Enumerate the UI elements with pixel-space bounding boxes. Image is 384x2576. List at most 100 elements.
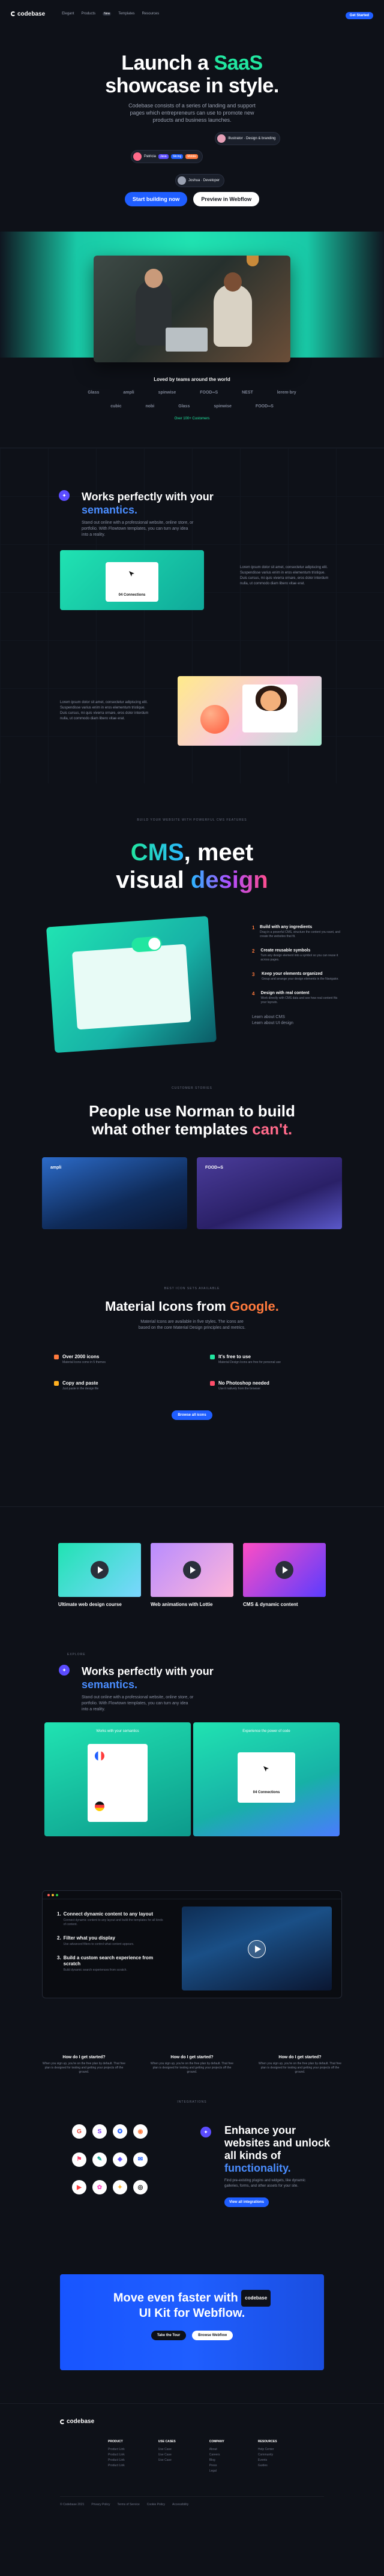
step-item: 2. Filter what you display Use advanced f…	[57, 1935, 165, 1947]
footer-link[interactable]: Product Link	[108, 2447, 125, 2452]
sphere-shape	[200, 705, 229, 734]
step-title: Filter what you display	[63, 1935, 115, 1941]
hero-title-accent: SaaS	[214, 52, 263, 74]
minimize-dot[interactable]	[52, 1893, 54, 1896]
codebase-badge: codebase	[241, 2290, 271, 2307]
google-icon: G	[72, 2124, 86, 2139]
hero-ctas: Start building now Preview in Webflow	[0, 192, 384, 206]
app-icon: ⚑	[72, 2152, 86, 2167]
integrations-title-text: Enhance your websites and unlock all kin…	[224, 2124, 331, 2161]
square-icon	[54, 1381, 59, 1386]
footer-logo[interactable]: codebase	[60, 2418, 94, 2425]
footer-link[interactable]: Careers	[209, 2452, 224, 2458]
hero-badges: Illustrator · Design & branding Patricia…	[0, 124, 384, 190]
square-icon	[210, 1355, 215, 1359]
footer-link[interactable]: Use Case	[158, 2452, 176, 2458]
room-video[interactable]	[182, 1907, 332, 1990]
cms-item-body: Drag in a powerful CMS, structure the co…	[260, 930, 340, 938]
customers-link[interactable]: Over 100+ Customers	[175, 417, 210, 421]
step-body: Connect dynamic content to any layout an…	[63, 1919, 163, 1926]
footer-link[interactable]: Help Center	[258, 2447, 277, 2452]
panel-caption: Experience the power of code	[242, 1730, 290, 1733]
footer-link[interactable]: Blog	[209, 2458, 224, 2463]
icons-subtitle: Material Icons are available in five sty…	[138, 1320, 246, 1330]
cms-link[interactable]: Learn about CMS	[252, 1014, 342, 1020]
nav-link-elegant[interactable]: Elegant	[62, 12, 74, 16]
icons-title-text: Material Icons from	[105, 1299, 226, 1314]
footer-legal-link[interactable]: Accessibility	[172, 2503, 188, 2506]
footer-link[interactable]: Product Link	[108, 2463, 125, 2469]
footer-column: USE CASES Use Case Use Case Use Case	[158, 2440, 176, 2474]
square-icon	[54, 1355, 59, 1359]
play-icon[interactable]	[183, 1561, 201, 1579]
play-icon[interactable]	[248, 1940, 266, 1958]
feature-title-text: Works perfectly with your	[82, 491, 214, 503]
feature-title: Works perfectly with your semantics.	[82, 490, 262, 517]
face-shape	[260, 690, 281, 711]
take-tour-button[interactable]: Take the Tour	[151, 2331, 187, 2340]
preview-webflow-button[interactable]: Preview in Webflow	[193, 192, 260, 206]
video-band	[0, 232, 384, 362]
feature2-title: Works perfectly with your semantics.	[82, 1665, 262, 1691]
feature-desc: Use it natively from the browser	[218, 1387, 261, 1391]
view-integrations-button[interactable]: View all integrations	[224, 2197, 269, 2207]
footer-bottom: © Codebase 2021 Privacy Policy Terms of …	[60, 2496, 324, 2506]
cms-title: CMS, meet visual design	[0, 839, 384, 894]
close-dot[interactable]	[47, 1893, 50, 1896]
footer-legal-link[interactable]: Privacy Policy	[91, 2503, 110, 2506]
cms-item-num: 1	[252, 925, 255, 930]
browse-icons-button[interactable]: Browse all icons	[172, 1410, 212, 1420]
step-body: Build dynamic search experiences from sc…	[63, 1968, 127, 1972]
cursor-icon	[129, 571, 134, 577]
get-started-button[interactable]: Get Started	[345, 12, 373, 19]
start-building-button[interactable]: Start building now	[124, 192, 188, 206]
story-card-foods[interactable]: FOOD∞S	[197, 1157, 342, 1229]
brand-logo[interactable]: codebase	[11, 11, 45, 17]
footer-link[interactable]: Use Case	[158, 2458, 176, 2463]
cms-item: 1 Build with any ingredients Drag in a po…	[252, 925, 342, 939]
integrations-block: INTEGRATIONS G S ✪ ◉ ⚑ ✎ ◈ ✉ ▶ ✿ ✦ ◎ ✦ E…	[0, 2100, 384, 2232]
browse-webflow-button[interactable]: Browse Webflow	[192, 2331, 233, 2340]
footer-link[interactable]: Events	[258, 2458, 277, 2463]
footer-link[interactable]: Legal	[209, 2469, 224, 2474]
nav-link-resources[interactable]: Resources	[142, 12, 160, 16]
story-card-ampli[interactable]: ampli	[42, 1157, 187, 1229]
app-icon-grid: G S ✪ ◉ ⚑ ✎ ◈ ✉ ▶ ✿ ✦ ◎	[72, 2124, 150, 2202]
brand-name: codebase	[17, 10, 46, 17]
video-tiles: Ultimate web design course Web animation…	[0, 1506, 384, 1607]
maximize-dot[interactable]	[56, 1893, 58, 1896]
play-icon[interactable]	[275, 1561, 293, 1579]
stories-images: ampli FOOD∞S	[42, 1157, 342, 1229]
footer-legal-link[interactable]: Terms of Service	[118, 2503, 140, 2506]
icons-kicker: BEST ICON SETS AVAILABLE	[164, 1287, 220, 1290]
footer-link[interactable]: Product Link	[108, 2452, 125, 2458]
footer-link[interactable]: Guides	[258, 2463, 277, 2469]
icons-title: Material Icons from Google.	[0, 1299, 384, 1314]
hero-section: Launch a SaaS showcase in style. Codebas…	[0, 28, 384, 232]
connections-inner: 04 Connections	[106, 562, 158, 602]
cms-kicker: BUILD YOUR WEBSITE WITH POWERFUL CMS FEA…	[137, 818, 247, 822]
feature-title-accent: semantics.	[82, 504, 138, 516]
cms-item-title: Keep your elements organized	[262, 972, 323, 976]
page-root: codebase Elegant Products New Templates …	[0, 0, 384, 2514]
footer-brand: codebase	[67, 2418, 95, 2425]
play-icon[interactable]	[91, 1561, 109, 1579]
icon-feature: It's free to use Material Design Icons ar…	[210, 1354, 330, 1365]
footer-link[interactable]: Product Link	[108, 2458, 125, 2463]
customer-logo: nobi	[145, 404, 155, 409]
feature-name: No Photoshop needed	[218, 1380, 269, 1386]
footer-legal-link[interactable]: Cookie Policy	[147, 2503, 165, 2506]
cms-link[interactable]: Learn about UI design	[252, 1020, 342, 1026]
hero-video[interactable]	[94, 256, 290, 362]
feature2-title-accent: semantics.	[82, 1679, 138, 1691]
footer-link[interactable]: Press	[209, 2463, 224, 2469]
logo-icon	[60, 2419, 65, 2424]
footer-link[interactable]: About	[209, 2447, 224, 2452]
nav-link-templates[interactable]: Templates	[118, 12, 134, 16]
cms-visual	[46, 915, 217, 1053]
footer-link[interactable]: Community	[258, 2452, 277, 2458]
flag-icon	[95, 1751, 104, 1761]
footer-link[interactable]: Use Case	[158, 2447, 176, 2452]
badge-patricia: Patricia Java Slicing Mobile	[131, 150, 203, 163]
nav-link-products[interactable]: Products	[82, 12, 96, 16]
